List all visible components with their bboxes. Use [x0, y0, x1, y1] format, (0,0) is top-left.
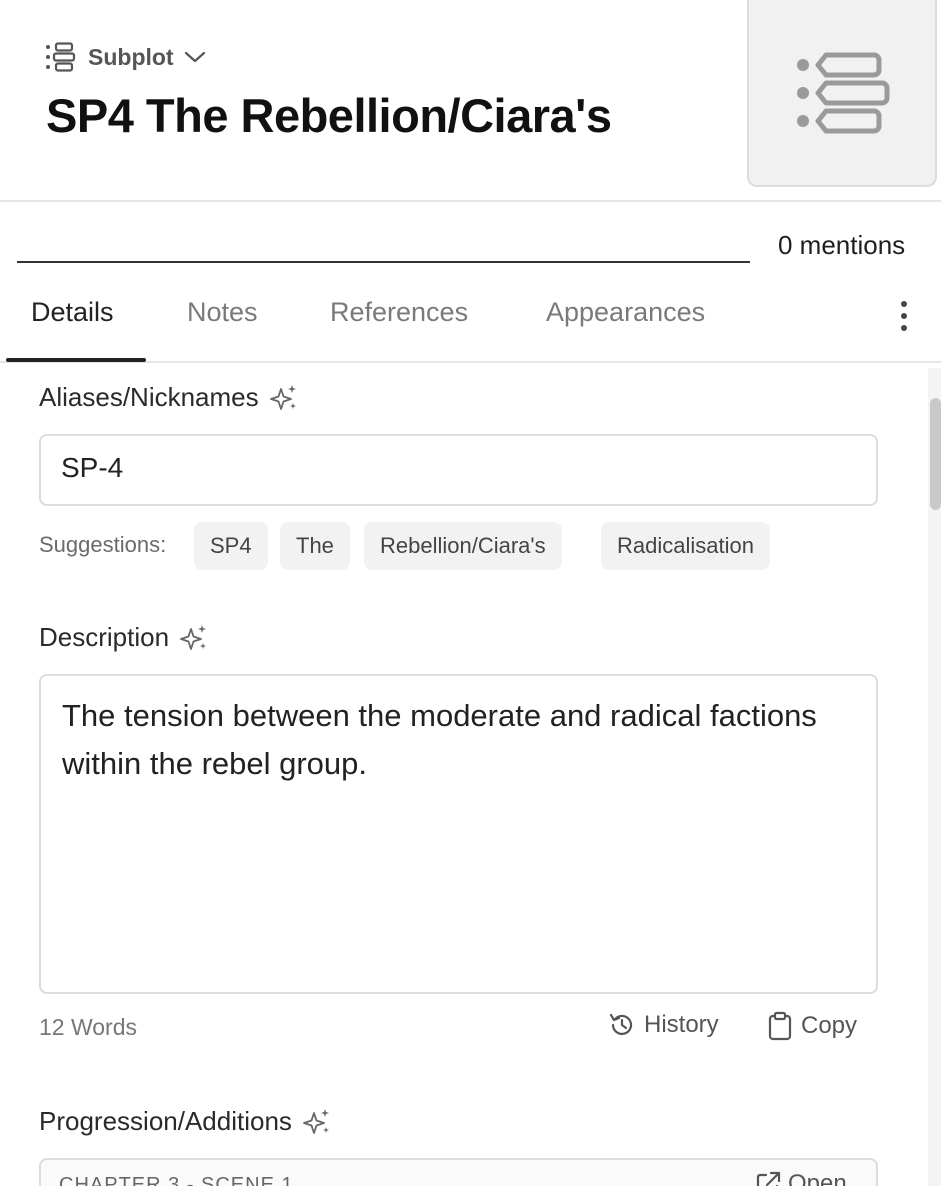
- sparkle-ai-icon[interactable]: [302, 1107, 332, 1137]
- word-count: 12 Words: [39, 1014, 138, 1040]
- history-icon: [609, 1013, 633, 1035]
- tab-notes[interactable]: Notes: [187, 297, 258, 328]
- suggestion-chip[interactable]: SP4: [194, 522, 268, 570]
- progression-label: Progression/Additions: [39, 1106, 292, 1136]
- suggestion-chip[interactable]: The: [280, 522, 350, 570]
- chevron-down-icon: [184, 51, 205, 63]
- clipboard-icon: [768, 1011, 792, 1041]
- progression-entry[interactable]: CHAPTER 3 - SCENE 1: [39, 1158, 878, 1186]
- subplot-list-icon: [797, 52, 890, 133]
- aliases-label: Aliases/Nicknames: [39, 382, 259, 412]
- description-textarea[interactable]: The tension between the moderate and rad…: [39, 674, 878, 994]
- entity-type-selector[interactable]: Subplot: [44, 42, 206, 72]
- subplot-type-icon: [46, 42, 76, 72]
- tab-details[interactable]: Details: [31, 297, 114, 328]
- description-heading: Description: [39, 622, 209, 653]
- more-options-icon[interactable]: [893, 299, 915, 333]
- entity-type-label: Subplot: [88, 43, 174, 70]
- history-button[interactable]: History: [608, 1011, 719, 1039]
- tab-bar: Details Notes References Appearances: [0, 285, 941, 363]
- entity-thumbnail[interactable]: [747, 0, 937, 187]
- page-title[interactable]: SP4 The Rebellion/Ciara's: [46, 88, 612, 143]
- active-tab-indicator: [6, 358, 146, 362]
- progression-heading: Progression/Additions: [39, 1106, 332, 1137]
- external-link-icon: [756, 1171, 781, 1186]
- copy-button[interactable]: Copy: [767, 1011, 857, 1041]
- description-label: Description: [39, 622, 170, 652]
- suggestion-chip[interactable]: Radicalisation: [601, 522, 770, 570]
- open-label: Open: [788, 1170, 847, 1186]
- sparkle-ai-icon[interactable]: [179, 623, 209, 653]
- tab-appearances[interactable]: Appearances: [546, 297, 705, 328]
- history-label: History: [644, 1011, 719, 1038]
- header: Subplot SP4 The Rebellion/Ciara's: [0, 0, 941, 202]
- copy-label: Copy: [801, 1012, 858, 1039]
- tab-references[interactable]: References: [330, 297, 468, 328]
- suggestion-chip[interactable]: Rebellion/Ciara's: [364, 522, 562, 570]
- open-button[interactable]: Open: [754, 1170, 847, 1186]
- scrollbar-thumb[interactable]: [930, 398, 941, 510]
- aliases-input[interactable]: SP-4: [39, 434, 878, 506]
- mentions-count[interactable]: 0 mentions: [778, 230, 905, 261]
- suggestions-label: Suggestions:: [39, 532, 167, 557]
- aliases-heading: Aliases/Nicknames: [39, 382, 299, 413]
- chapter-scene-label: CHAPTER 3 - SCENE 1: [59, 1174, 294, 1186]
- mentions-bar: [17, 261, 750, 263]
- sparkle-ai-icon[interactable]: [269, 383, 299, 413]
